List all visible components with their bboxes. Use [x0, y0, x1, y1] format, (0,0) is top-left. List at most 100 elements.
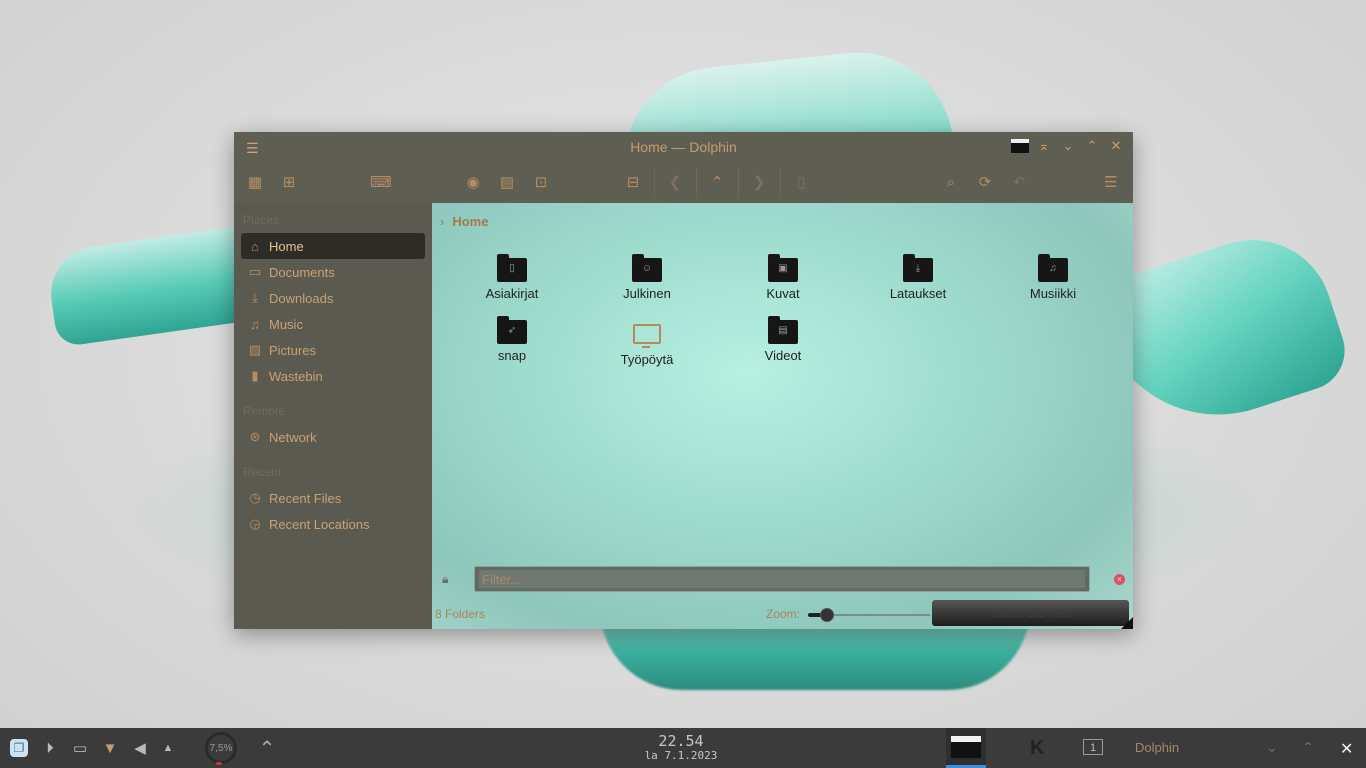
file-name: Lataukset: [889, 286, 947, 301]
place-recent-files[interactable]: ◷ Recent Files: [241, 485, 425, 511]
picture-icon: ▨: [248, 342, 262, 357]
toolbar-separator: [738, 168, 739, 198]
display-icon[interactable]: ▭: [70, 738, 90, 758]
snap-folder-icon: ➶: [497, 316, 527, 344]
zoom-slider-handle[interactable]: [820, 608, 835, 622]
file-name: Julkinen: [623, 286, 671, 301]
file-name: Kuvat: [766, 286, 800, 301]
place-label: Recent Locations: [269, 516, 370, 532]
place-label: Network: [269, 429, 317, 445]
window-app-icon[interactable]: [1011, 137, 1029, 155]
view-mode-icon[interactable]: ▦: [244, 171, 266, 193]
clear-filter-icon[interactable]: ×: [1114, 574, 1125, 585]
tray-expand-icon[interactable]: ▲: [158, 738, 178, 758]
toolbar-separator: [780, 168, 781, 198]
recent-files-icon: ◷: [249, 490, 261, 505]
file-name: Asiakirjat: [485, 286, 539, 301]
place-label: Documents: [269, 264, 335, 280]
trash-icon[interactable]: ▯: [790, 171, 812, 193]
file-item[interactable]: ▯ Asiakirjat: [457, 254, 567, 301]
active-window-title[interactable]: Dolphin: [1135, 740, 1179, 755]
file-item[interactable]: ☺ Julkinen: [592, 254, 702, 301]
clock-date: la 7.1.2023: [644, 749, 718, 762]
documents-icon: ▭: [248, 264, 262, 279]
place-label: Wastebin: [269, 368, 323, 384]
place-label: Recent Files: [269, 490, 342, 506]
window-list-icon[interactable]: ❐: [10, 739, 28, 757]
minimize-icon[interactable]: ⌄: [1059, 137, 1077, 155]
digital-clock[interactable]: 22.54 la 7.1.2023: [600, 732, 762, 762]
volume-icon[interactable]: ◀: [130, 738, 150, 758]
split-view-icon[interactable]: ⊟: [622, 171, 644, 193]
up-icon[interactable]: ⌃: [706, 171, 728, 193]
home-icon: ⌂: [251, 238, 259, 254]
free-space-indicator[interactable]: 259,0 GiB free: [932, 600, 1129, 626]
new-folder-icon[interactable]: ⊡: [530, 171, 552, 193]
kde-icon[interactable]: K: [1030, 737, 1044, 760]
place-recent-locations[interactable]: ◶ Recent Locations: [241, 511, 425, 537]
pictures-folder-icon: ▣: [768, 254, 798, 282]
places-section-header: Places: [243, 213, 280, 227]
chevron-right-icon[interactable]: ›: [440, 214, 444, 229]
download-icon: ⤓: [252, 290, 258, 305]
forward-icon[interactable]: ❯: [748, 171, 770, 193]
music-note-icon: ♫: [250, 316, 260, 332]
place-label: Music: [269, 316, 303, 332]
file-item[interactable]: ▣ Kuvat: [728, 254, 838, 301]
place-music[interactable]: ♫ Music: [241, 311, 425, 337]
close-icon[interactable]: ✕: [1107, 137, 1125, 155]
lock-icon[interactable]: 🔒︎: [442, 572, 448, 587]
maximize-icon[interactable]: ⌃: [1083, 137, 1101, 155]
place-label: Downloads: [269, 290, 334, 306]
file-item[interactable]: ➶ snap: [457, 316, 567, 363]
folder-count: 8 Folders: [435, 607, 486, 621]
keep-above-icon[interactable]: ⌅: [1035, 137, 1053, 155]
file-item[interactable]: ♫ Musiikki: [998, 254, 1108, 301]
status-bar: 8 Folders Zoom: 259,0 GiB free: [432, 597, 1133, 629]
videos-folder-icon: ▤: [768, 316, 798, 344]
close-icon[interactable]: ✕: [1340, 739, 1353, 759]
cpu-indicator: [216, 762, 222, 765]
free-space-text: 259,0 GiB free: [991, 606, 1070, 620]
file-view[interactable]: › Home ▯ Asiakirjat ☺ Julkinen ▣ Kuvat ⤓ …: [432, 203, 1133, 629]
place-label: Pictures: [269, 342, 316, 358]
file-item[interactable]: ▤ Videot: [728, 316, 838, 363]
image-preview-icon[interactable]: ▨: [496, 171, 518, 193]
media-player-icon[interactable]: ⏵: [40, 738, 60, 758]
search-icon[interactable]: ⌕: [940, 171, 962, 193]
resize-grip[interactable]: [1121, 617, 1133, 629]
new-window-icon[interactable]: ⊞: [278, 171, 300, 193]
place-home[interactable]: ⌂ Home: [241, 233, 425, 259]
virtual-desktop-pager[interactable]: 1: [1083, 739, 1103, 755]
breadcrumb-home[interactable]: Home: [452, 214, 488, 229]
filter-input[interactable]: [479, 570, 1085, 588]
hamburger-menu-icon[interactable]: ☰: [1100, 171, 1122, 193]
back-icon[interactable]: ❮: [664, 171, 686, 193]
filter-bar: 🔒︎ ×: [432, 564, 1133, 594]
file-name: Videot: [764, 348, 802, 363]
file-item[interactable]: Työpöytä: [592, 320, 702, 367]
reload-icon[interactable]: ⟳: [974, 171, 996, 193]
main-toolbar: ▦ ⊞ ⌨ ◉ ▨ ⊡ ⊟ ❮ ⌃ ❯ ▯ ⌕ ⟳ ↶ ☰: [234, 162, 1133, 203]
preview-eye-icon[interactable]: ◉: [462, 171, 484, 193]
titlebar[interactable]: ☰ Home — Dolphin ⌅ ⌄ ⌃ ✕: [234, 132, 1133, 162]
terminal-icon[interactable]: ⌨: [370, 171, 392, 193]
recent-locations-icon: ◶: [249, 516, 261, 531]
public-folder-icon: ☺: [632, 254, 662, 282]
task-dolphin-button[interactable]: [946, 728, 986, 768]
place-network[interactable]: ⊛ Network: [241, 424, 425, 450]
chevron-up-icon[interactable]: ⌃: [255, 738, 279, 760]
place-wastebin[interactable]: ▮ Wastebin: [241, 363, 425, 389]
breadcrumb[interactable]: › Home: [440, 214, 488, 229]
undo-icon[interactable]: ↶: [1008, 171, 1030, 193]
minimize-icon[interactable]: ⌄: [1266, 739, 1278, 756]
remote-section-header: Remote: [243, 404, 286, 418]
place-pictures[interactable]: ▨ Pictures: [241, 337, 425, 363]
wifi-icon[interactable]: ▼: [100, 738, 120, 758]
maximize-icon[interactable]: ⌃: [1302, 739, 1314, 756]
cpu-load-widget[interactable]: 7,5%: [205, 732, 237, 764]
place-documents[interactable]: ▭ Documents: [241, 259, 425, 285]
file-item[interactable]: ⤓ Lataukset: [863, 254, 973, 301]
place-downloads[interactable]: ⤓ Downloads: [241, 285, 425, 311]
clock-time: 22.54: [658, 732, 704, 750]
